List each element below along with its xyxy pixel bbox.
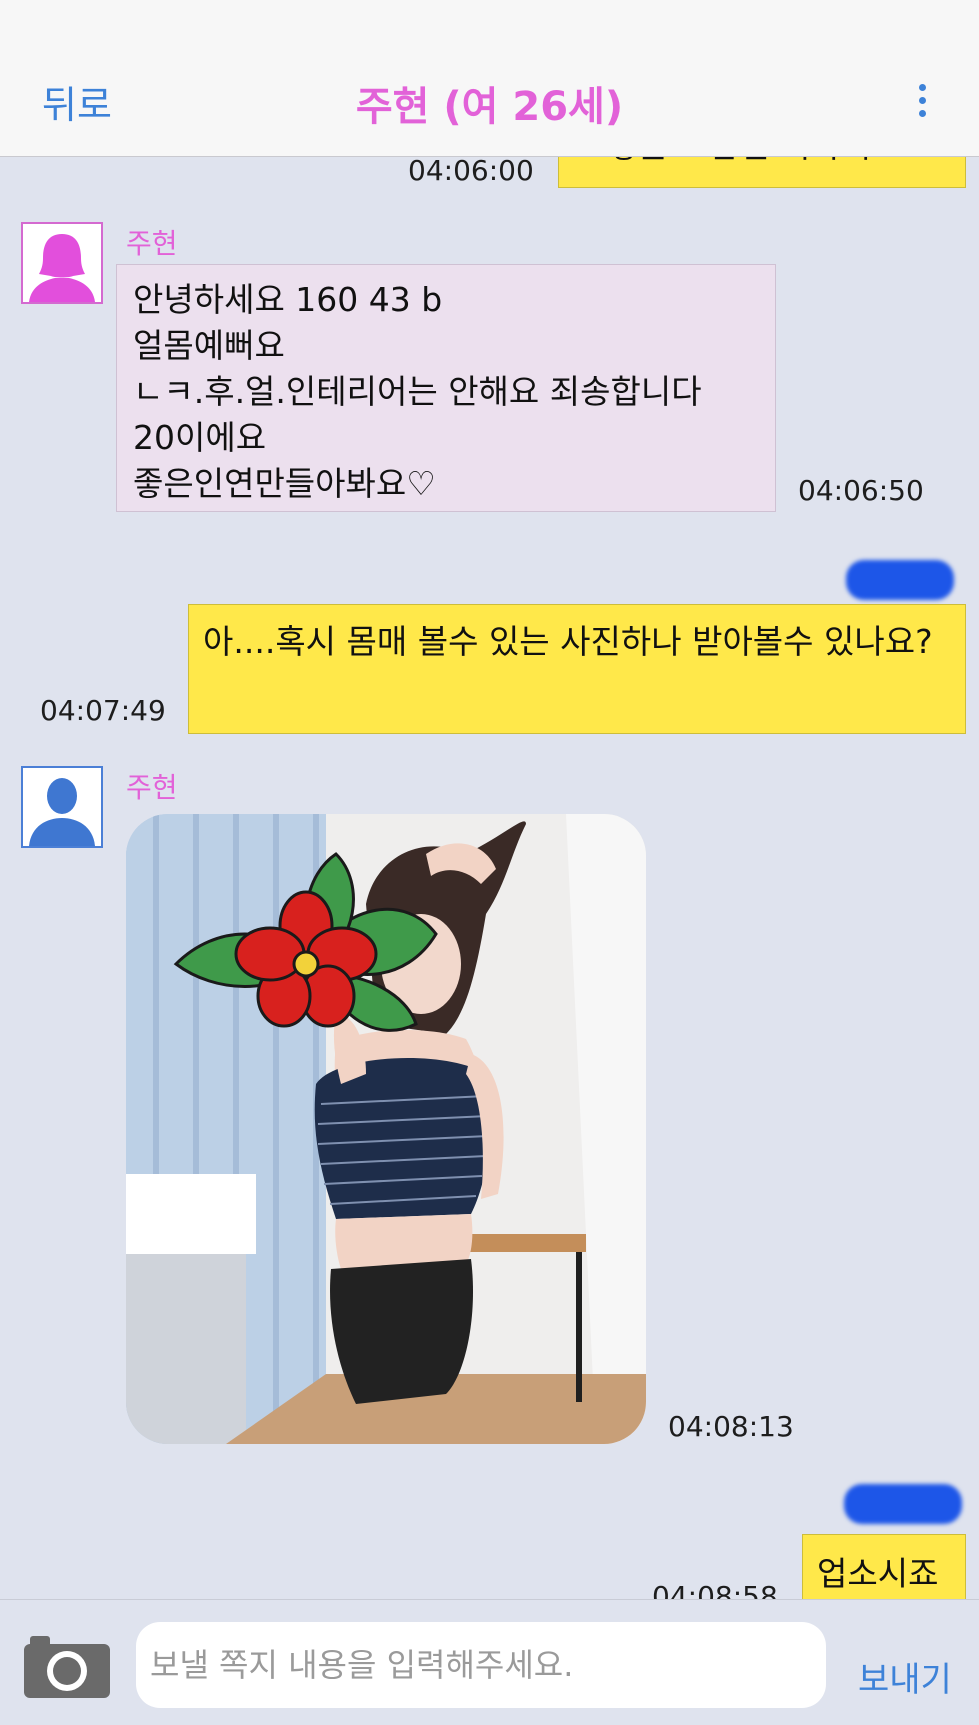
message-line: 좋은인연만들아봐요♡ [133,464,436,503]
default-avatar-icon[interactable] [21,766,103,848]
message-timestamp: 04:06:00 [408,156,534,187]
message-input[interactable] [136,1622,826,1708]
message-list[interactable]: 04:06:00 그렇군요 답변 기다려요. 주현 안녕하세요 160 43 b… [0,156,979,1599]
sender-name: 주현 [126,771,178,804]
message-line: 20이에요 [133,418,267,457]
redacted-name [846,560,954,600]
message-line: ㄴㅋ.후.얼.인테리어는 안해요 죄송합니다 [133,372,702,411]
send-button[interactable]: 보내기 [858,1652,952,1701]
message-timestamp: 04:08:58 [652,1580,778,1599]
chat-title: 주현 (여 26세) [355,84,624,130]
more-vertical-icon[interactable] [919,84,927,123]
outgoing-message: 그렇군요 답변 기다려요. [558,156,966,188]
photo-message[interactable] [126,814,646,1444]
message-timestamp: 04:06:50 [798,474,924,507]
outgoing-message: 아....혹시 몸매 볼수 있는 사진하나 받아볼수 있나요? [188,604,966,734]
message-line: 얼몸예뻐요 [133,326,285,365]
composer-bar: 보내기 [0,1599,979,1725]
sender-name: 주현 [126,227,178,260]
chat-header: 뒤로 주현 (여 26세) [0,0,979,157]
redacted-name [844,1484,962,1524]
message-line: 안녕하세요 160 43 b [133,280,443,319]
camera-icon[interactable] [22,1630,112,1704]
female-avatar-icon[interactable] [21,222,103,304]
message-timestamp: 04:07:49 [40,694,166,727]
outgoing-message: 업소시죠 [802,1534,966,1599]
message-text: 업소시죠 [817,1554,939,1593]
message-timestamp: 04:08:13 [668,1410,794,1443]
incoming-message: 안녕하세요 160 43 b 얼몸예뻐요 ㄴㅋ.후.얼.인테리어는 안해요 죄송… [116,264,776,512]
message-text: 그렇군요 답변 기다려요. [577,156,912,165]
message-text: 아....혹시 몸매 볼수 있는 사진하나 받아볼수 있나요? [203,622,933,661]
